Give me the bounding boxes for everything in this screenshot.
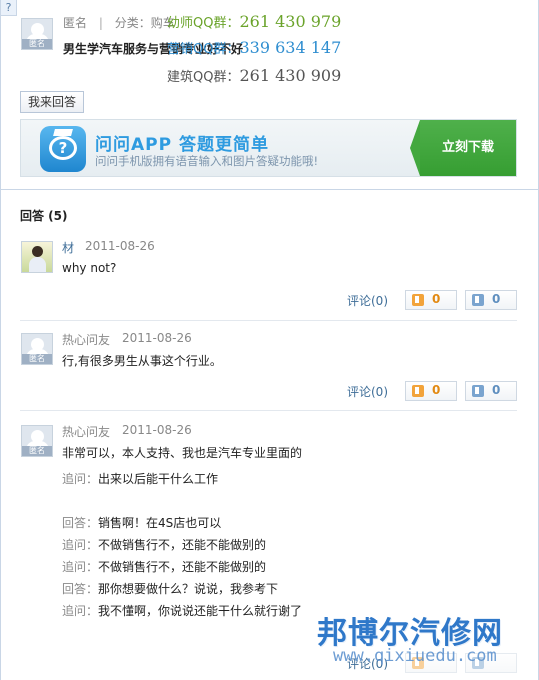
answer-question-button[interactable]: 我来回答: [20, 91, 84, 113]
thumbs-down-icon: [472, 385, 484, 397]
question-author-name[interactable]: 匿名: [63, 16, 87, 30]
answerer-name: 热心问友: [62, 425, 111, 439]
qq-group-watermark-3: 建筑QQ群：261 430 909: [167, 66, 342, 85]
answer-divider: [20, 410, 517, 411]
upvote-count: 0: [432, 292, 441, 306]
followup-question: 追问：不做销售行不，还能不能做别的: [62, 538, 267, 552]
meta-separator: |: [98, 16, 103, 30]
question-author-avatar[interactable]: 匿名: [21, 18, 53, 50]
question-category[interactable]: 分类：购车: [115, 16, 175, 30]
avatar-anon-tag: 匿名: [22, 39, 52, 49]
qq-group-watermark-2: 营销QQ群：339 634 147: [167, 38, 342, 57]
followup-question: 追问：出来以后能干什么工作: [62, 472, 219, 486]
answer-text: why not?: [62, 261, 117, 275]
followup-question: 追问：不做销售行不，还能不能做别的: [62, 560, 267, 574]
downvote-button[interactable]: 0: [465, 290, 517, 310]
answerer-name: 热心问友: [62, 333, 111, 347]
upvote-count: 0: [432, 383, 441, 397]
answer-text: 行,有很多男生从事这个行业。: [62, 354, 222, 368]
thumbs-down-icon: [472, 294, 484, 306]
avatar-anon-tag: 匿名: [22, 354, 52, 364]
answers-heading: 回答 (5): [20, 209, 68, 223]
help-icon[interactable]: ?: [1, 0, 17, 16]
answer-date: 2011-08-26: [85, 239, 155, 253]
thumbs-up-icon: [412, 294, 424, 306]
answerer-name[interactable]: 材: [62, 239, 74, 256]
answer-divider: [20, 320, 517, 321]
upvote-button[interactable]: 0: [405, 381, 457, 401]
comment-link[interactable]: 评论(0): [347, 383, 388, 400]
download-now-button[interactable]: 立刻下载: [410, 120, 516, 176]
section-divider: [1, 189, 538, 190]
answerer-avatar[interactable]: [21, 241, 53, 273]
answerer-avatar[interactable]: 匿名: [21, 333, 53, 365]
thumbs-up-icon: [412, 385, 424, 397]
answer-date: 2011-08-26: [122, 331, 192, 345]
downvote-count: 0: [492, 383, 501, 397]
banner-title: 问问APP 答题更简单: [95, 135, 269, 155]
followup-answer: 回答：销售啊！在4S店也可以: [62, 516, 222, 530]
answer-text: 非常可以，本人支持、我也是汽车专业里面的: [62, 446, 303, 460]
question-meta: 匿名 | 分类：购车: [63, 14, 175, 31]
avatar-anon-tag: 匿名: [22, 446, 52, 456]
qq-group-watermark-1: 幼师QQ群：261 430 979: [167, 12, 342, 31]
followup-answer: 回答：那你想要做什么？说说，我参考下: [62, 582, 279, 596]
site-url-watermark: www.qixiuedu.com: [333, 646, 497, 666]
downvote-count: 0: [492, 292, 501, 306]
answer-date: 2011-08-26: [122, 423, 192, 437]
upvote-button[interactable]: 0: [405, 290, 457, 310]
followup-question: 追问：我不懂啊，你说说还能干什么就行谢了: [62, 604, 303, 618]
qa-page: ? 匿名 匿名 | 分类：购车 男生学汽车服务与营销专业好不好 幼师QQ群：26…: [0, 0, 539, 680]
app-promo-banner[interactable]: ? 问问APP 答题更简单 问问手机版拥有语音输入和图片答疑功能哦! 立刻下载: [20, 119, 517, 177]
banner-subtitle: 问问手机版拥有语音输入和图片答疑功能哦!: [95, 154, 319, 168]
comment-link[interactable]: 评论(0): [347, 292, 388, 309]
answerer-avatar[interactable]: 匿名: [21, 425, 53, 457]
question-bubble-icon: ?: [40, 126, 86, 172]
downvote-button[interactable]: 0: [465, 381, 517, 401]
